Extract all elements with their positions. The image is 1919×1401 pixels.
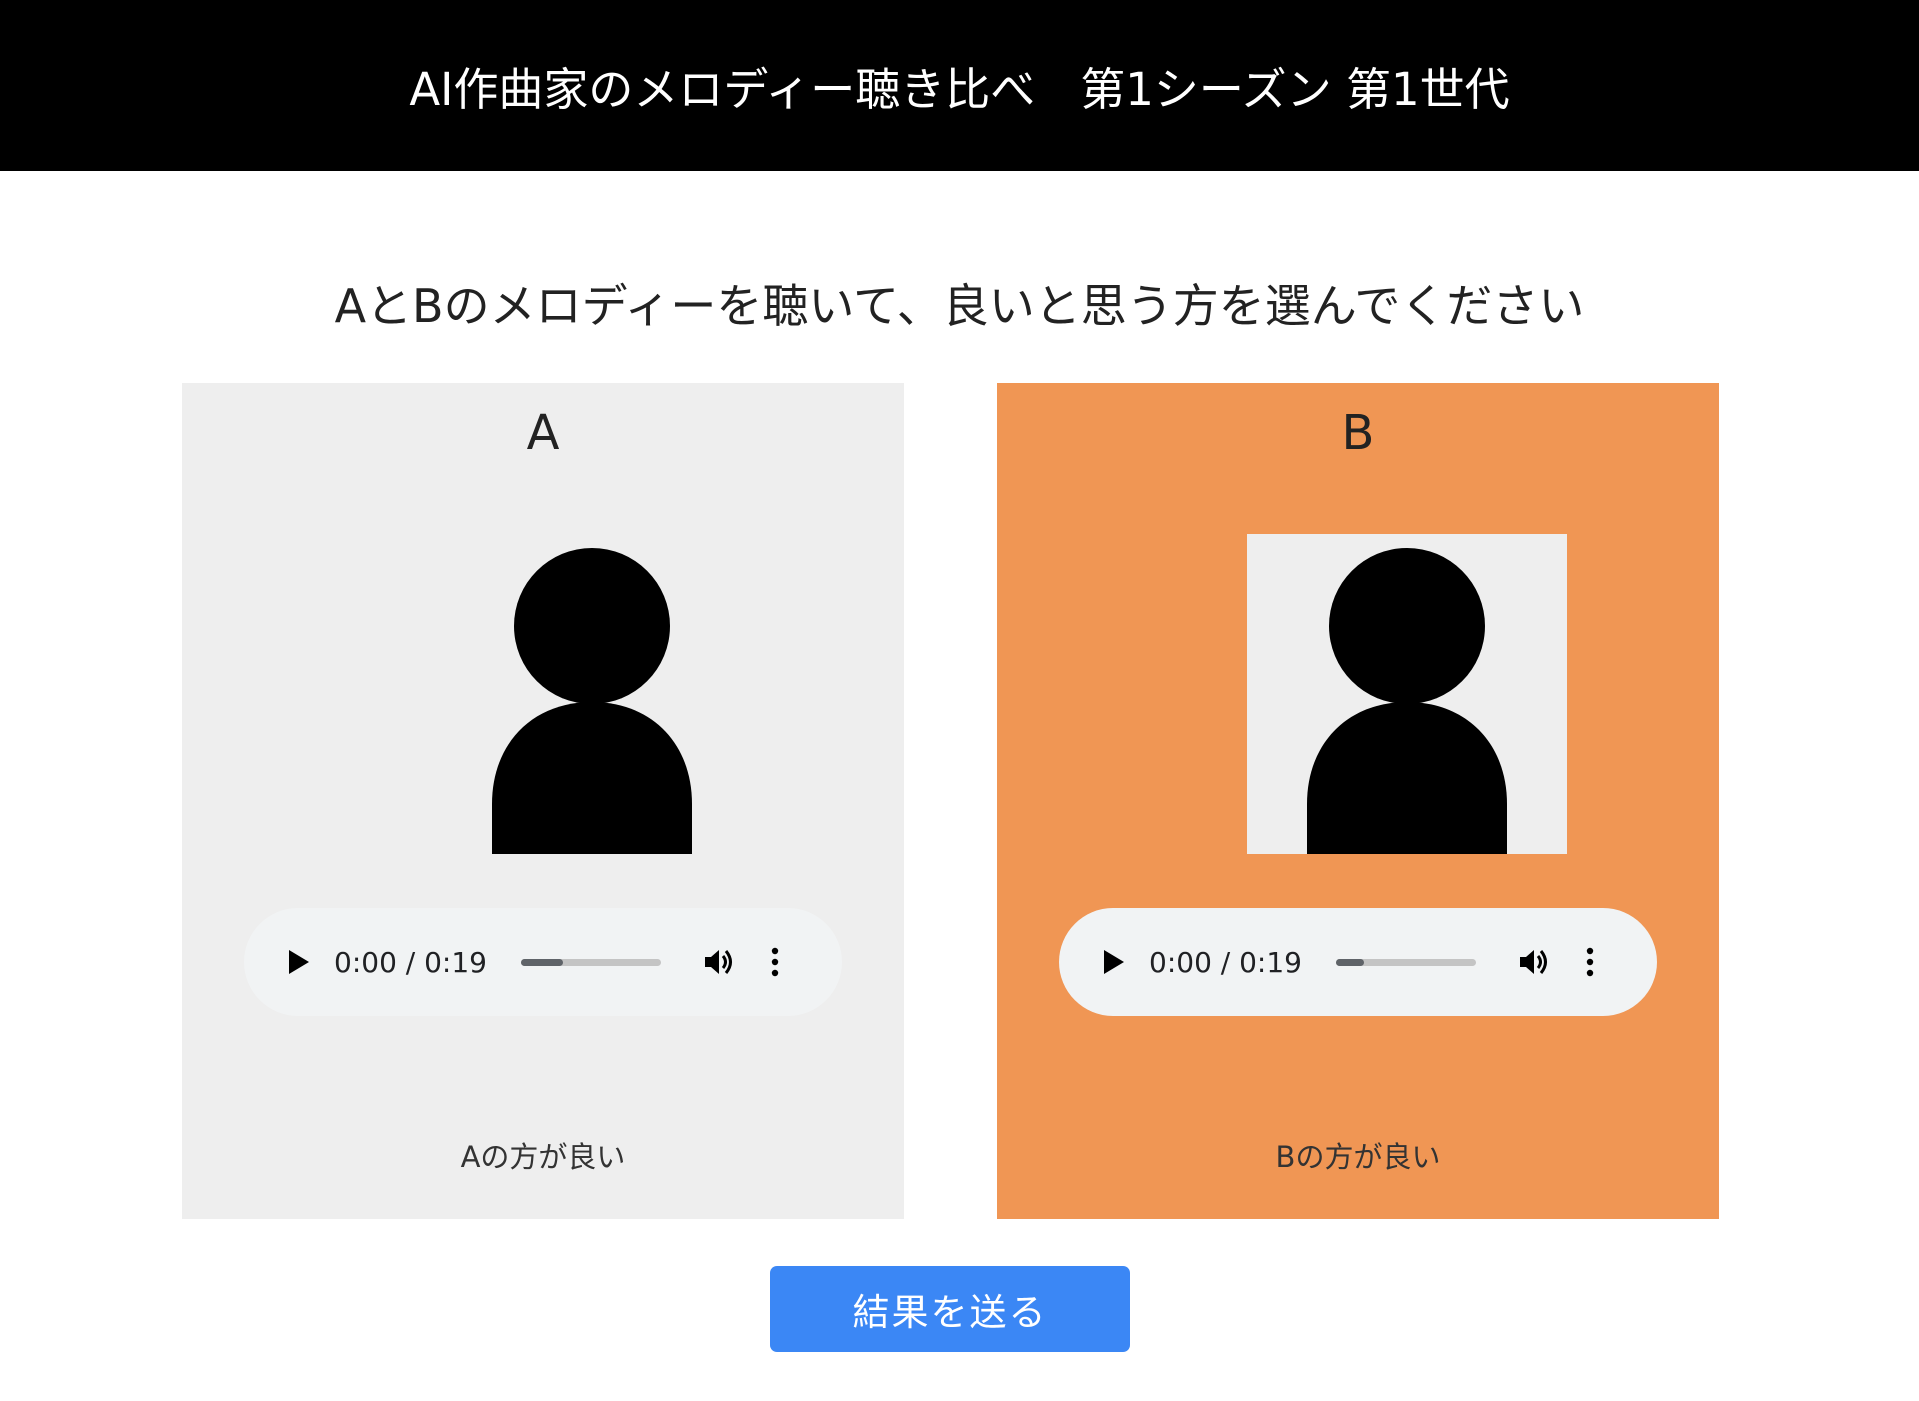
instruction-text: AとBのメロディーを聴いて、良いと思う方を選んでください: [334, 279, 1585, 333]
person-silhouette-icon: [432, 534, 752, 854]
choice-text-a[interactable]: Aの方が良い: [182, 1134, 904, 1176]
progress-slider[interactable]: [521, 958, 661, 966]
time-display: 0:00 / 0:19: [1149, 945, 1302, 979]
audio-player[interactable]: 0:00 / 0:19: [244, 908, 842, 1016]
volume-icon[interactable]: [1516, 944, 1552, 980]
progress-fill: [1336, 958, 1364, 966]
volume-icon[interactable]: [701, 944, 737, 980]
more-options-icon[interactable]: [1580, 944, 1600, 980]
audio-player[interactable]: 0:00 / 0:19: [1059, 908, 1657, 1016]
progress-fill: [521, 958, 563, 966]
progress-slider[interactable]: [1336, 958, 1476, 966]
option-label: A: [526, 405, 560, 461]
page-header: AI作曲家のメロディー聴き比べ 第1シーズン 第1世代: [0, 0, 1919, 171]
submit-button[interactable]: 結果を送る: [770, 1266, 1130, 1352]
page-title: AI作曲家のメロディー聴き比べ 第1シーズン 第1世代: [409, 63, 1510, 116]
person-silhouette-icon: [1247, 534, 1567, 854]
play-icon[interactable]: [1097, 942, 1131, 982]
option-card-a[interactable]: A 0:00 / 0:19 Aの方が良い: [182, 383, 904, 1219]
more-options-icon[interactable]: [765, 944, 785, 980]
play-icon[interactable]: [282, 942, 316, 982]
time-display: 0:00 / 0:19: [334, 945, 487, 979]
choice-text-b[interactable]: Bの方が良い: [997, 1134, 1719, 1176]
option-card-b[interactable]: B 0:00 / 0:19 Bの方が良い: [997, 383, 1719, 1219]
option-label: B: [1341, 405, 1375, 461]
